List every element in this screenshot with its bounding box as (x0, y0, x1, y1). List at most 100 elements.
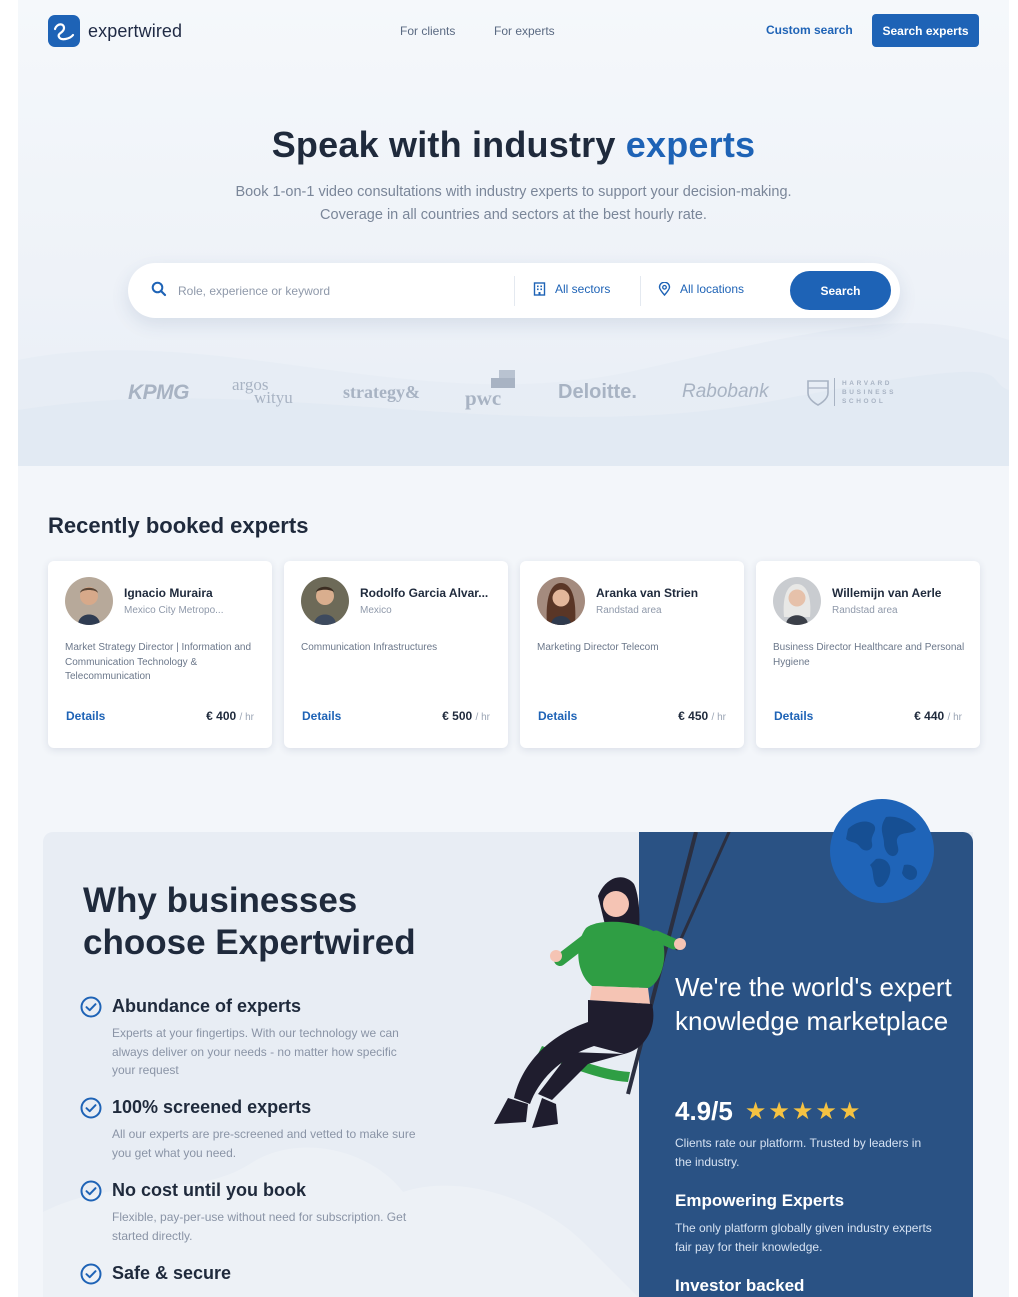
globe-icon (830, 799, 934, 903)
expert-role: Market Strategy Director | Information a… (65, 642, 252, 682)
avatar (65, 577, 113, 625)
search-bar: All sectors All locations Search (128, 263, 900, 318)
nav-link-for-clients[interactable]: For clients (400, 24, 455, 38)
why-title: Why businesses choose Expertwired (83, 880, 416, 964)
check-circle-icon (80, 1097, 102, 1119)
rabobank-logo-text: Rabobank (682, 381, 769, 402)
expert-location: Mexico (360, 605, 392, 616)
pwc-logo: pwc (463, 366, 523, 416)
check-circle-icon (80, 1180, 102, 1202)
empowering-experts-heading: Empowering Experts (675, 1191, 845, 1210)
price-value: € 400 (206, 709, 237, 723)
check-circle-icon (80, 1263, 102, 1285)
details-link[interactable]: Details (538, 709, 577, 723)
page: expertwired For clients For experts Cust… (18, 0, 1009, 1297)
locations-filter[interactable]: All locations (658, 282, 744, 296)
expert-name: Rodolfo Garcia Alvar... (360, 586, 489, 600)
why-title-line-2: choose Expertwired (83, 923, 416, 962)
search-divider (640, 276, 641, 306)
woman-on-swing-illustration (494, 832, 731, 1128)
expert-location: Randstad area (832, 605, 898, 616)
pwc-logo-text: pwc (465, 386, 502, 410)
hero-subtitle-line-1: Book 1-on-1 video consultations with ind… (235, 184, 792, 200)
hero-title-main: Speak with industry (271, 124, 616, 165)
search-icon (151, 281, 167, 297)
expert-role: Communication Infrastructures (301, 642, 438, 653)
expert-name: Willemijn van Aerle (832, 586, 942, 600)
kpmg-logo: KPMG (128, 381, 190, 405)
kpmg-logo-text: KPMG (128, 381, 190, 404)
harvard-business-school-logo: HARVARD BUSINESS SCHOOL (806, 376, 906, 410)
avatar (301, 577, 349, 625)
expert-card[interactable]: Willemijn van Aerle Randstad area Busine… (756, 561, 980, 748)
expert-role: Business Director Healthcare and Persona… (773, 642, 965, 668)
price-value: € 500 (442, 709, 473, 723)
feature-description: Experts at your fingertips. With our tec… (112, 1026, 399, 1077)
brand-logo[interactable]: expertwired (48, 15, 182, 47)
feature-title: Safe & secure (112, 1263, 232, 1283)
hbs-logo-text: HARVARD BUSINESS SCHOOL (842, 379, 896, 406)
feature-title: Abundance of experts (112, 996, 302, 1016)
deloitte-logo-text: Deloitte. (558, 381, 637, 403)
nav-link-for-experts[interactable]: For experts (494, 24, 555, 38)
strategy-logo-text: strategy& (343, 382, 420, 402)
hourly-price: € 500 / hr (442, 709, 490, 723)
price-unit: / hr (947, 712, 962, 723)
strategy-logo: strategy& (343, 382, 420, 403)
hero-title-accent: experts (625, 124, 756, 165)
price-value: € 450 (678, 709, 709, 723)
hourly-price: € 400 / hr (206, 709, 254, 723)
expert-role: Marketing Director Telecom (537, 642, 659, 653)
details-link[interactable]: Details (302, 709, 341, 723)
top-navigation: expertwired For clients For experts Cust… (18, 0, 1009, 62)
hero-title: Speak with industry experts (18, 124, 1009, 166)
search-experts-button[interactable]: Search experts (872, 14, 979, 47)
hbs-line-1: HARVARD (842, 380, 893, 387)
feature-title: 100% screened experts (112, 1097, 312, 1117)
expert-location: Mexico City Metropo... (124, 605, 224, 616)
location-pin-icon (658, 282, 671, 296)
rabobank-logo: Rabobank (682, 381, 769, 403)
hbs-line-3: SCHOOL (842, 398, 886, 405)
deloitte-logo: Deloitte. (558, 381, 637, 404)
expert-cards: Ignacio Muraira Mexico City Metropo... M… (48, 561, 980, 748)
feature-title: No cost until you book (112, 1180, 306, 1200)
hero-subtitle: Book 1-on-1 video consultations with ind… (18, 181, 1009, 227)
hourly-price: € 440 / hr (914, 709, 962, 723)
hbs-line-2: BUSINESS (842, 389, 897, 396)
price-unit: / hr (475, 712, 490, 723)
price-unit: / hr (239, 712, 254, 723)
investor-backed-heading: Investor backed (675, 1276, 805, 1295)
search-divider (514, 276, 515, 306)
expert-card[interactable]: Aranka van Strien Randstad area Marketin… (520, 561, 744, 748)
argos-wityu-logo: argos wityu (232, 376, 293, 406)
logo-text: expertwired (88, 20, 183, 41)
details-link[interactable]: Details (774, 709, 813, 723)
feature-description: Flexible, pay-per-use without need for s… (112, 1210, 407, 1243)
expert-name: Ignacio Muraira (124, 586, 213, 600)
logo-mark-icon (48, 15, 80, 47)
client-logos: KPMG argos wityu strategy& pwc Deloitte.… (18, 366, 1009, 422)
sectors-filter[interactable]: All sectors (533, 282, 610, 296)
custom-search-link[interactable]: Custom search (766, 23, 853, 37)
search-input[interactable] (178, 281, 498, 301)
sectors-filter-label: All sectors (555, 282, 611, 296)
search-button[interactable]: Search (790, 271, 891, 310)
locations-filter-label: All locations (680, 282, 745, 296)
hero-subtitle-line-2: Coverage in all countries and sectors at… (320, 207, 707, 223)
expert-card[interactable]: Rodolfo Garcia Alvar... Mexico Communica… (284, 561, 508, 748)
hourly-price: € 450 / hr (678, 709, 726, 723)
avatar (537, 577, 585, 625)
building-icon (533, 282, 546, 296)
empowering-experts-text: The only platform globally given industr… (675, 1221, 932, 1254)
check-circle-icon (80, 996, 102, 1018)
avatar (773, 577, 821, 625)
expert-card[interactable]: Ignacio Muraira Mexico City Metropo... M… (48, 561, 272, 748)
feature-description: All our experts are pre-screened and vet… (112, 1127, 416, 1160)
price-unit: / hr (711, 712, 726, 723)
star-rating-icons: ★★★★★ (744, 1098, 863, 1125)
details-link[interactable]: Details (66, 709, 105, 723)
why-title-line-1: Why businesses (83, 881, 358, 920)
expert-location: Randstad area (596, 605, 662, 616)
shield-icon (807, 380, 829, 406)
